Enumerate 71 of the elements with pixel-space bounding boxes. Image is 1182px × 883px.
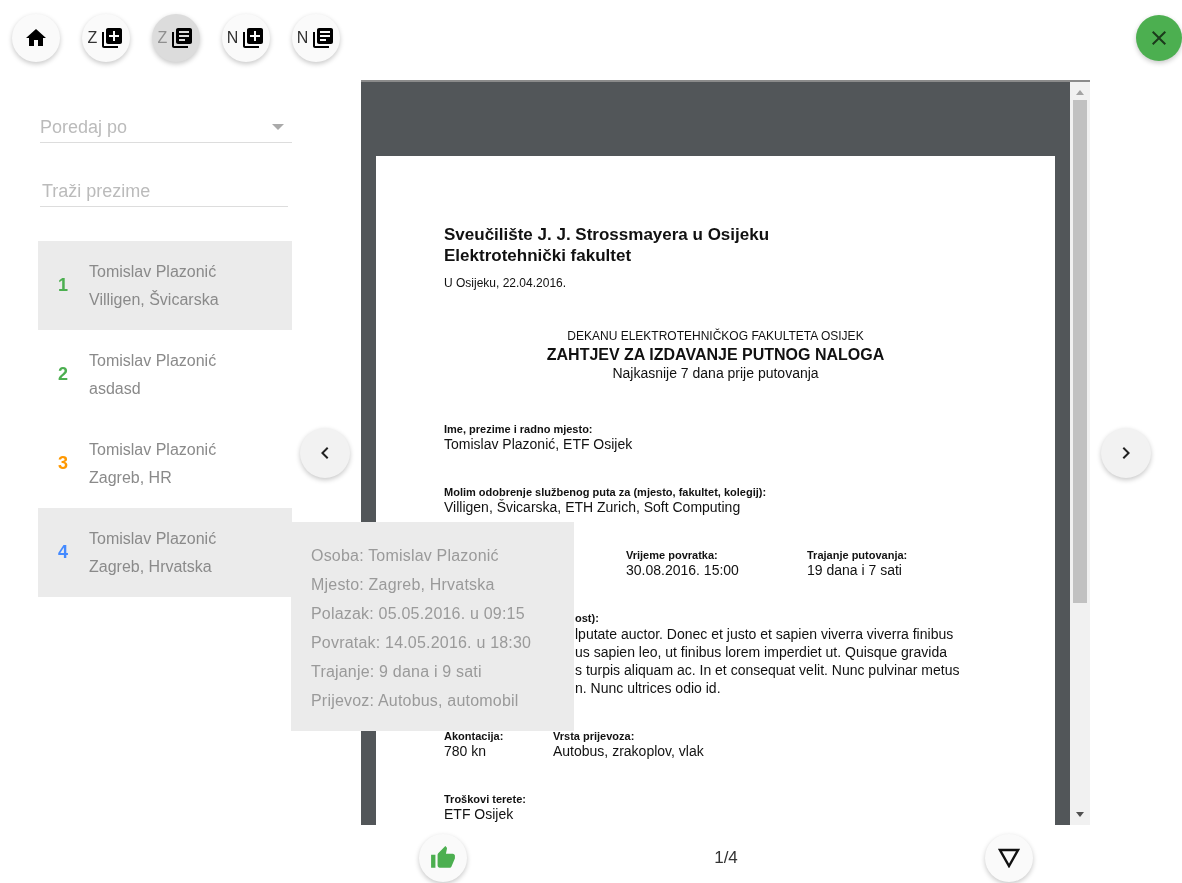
next-button[interactable] [1101, 428, 1151, 478]
library-books-icon [170, 26, 195, 50]
close-button[interactable] [1136, 15, 1182, 61]
toolbar-button[interactable]: Z [152, 14, 200, 62]
trip-place: Zagreb, Hrvatska [89, 556, 213, 577]
paragraph-line: us sapien leo, ut finibus lorem imperdiet ut. Quisque gravida [575, 643, 948, 661]
toolbar-button[interactable]: N [222, 14, 270, 62]
field-label: ost): [575, 611, 600, 625]
field-label: Troškovi terete: [444, 792, 527, 806]
search-field[interactable]: Traži prezime [40, 176, 288, 207]
document-addressee: DEKANU ELEKTROTEHNIČKOG FAKULTETA OSIJEK [566, 327, 865, 345]
toolbar-button[interactable]: Z [82, 14, 130, 62]
page-counter: 1/4 [714, 848, 738, 868]
approve-button[interactable] [419, 834, 467, 882]
trip-number: 3 [57, 453, 69, 474]
toolbar-button[interactable]: N [292, 14, 340, 62]
home-button[interactable] [12, 14, 60, 62]
trip-place: Villigen, Švicarska [89, 289, 219, 310]
field-label: Molim odobrenje službenog puta za (mjesto, fakultet, kolegij): [444, 485, 768, 499]
trip-item[interactable]: 2 Tomislav Plazonić asdasd [38, 330, 292, 419]
scrollbar[interactable] [1070, 82, 1090, 825]
tooltip-line: Trajanje: 9 dana i 9 sati [311, 662, 483, 682]
trip-item[interactable]: 1 Tomislav Plazonić Villigen, Švicarska [38, 241, 292, 330]
field-label: Vrijeme povratka: [626, 548, 719, 562]
trip-person: Tomislav Plazonić [89, 350, 217, 371]
document-subtitle: Najkasnije 7 dana prije putovanja [611, 365, 820, 382]
tooltip-line: Povratak: 14.05.2016. u 18:30 [311, 633, 533, 653]
triangle-down-icon [998, 848, 1020, 868]
document-date: U Osijeku, 22.04.2016. [444, 276, 568, 290]
paragraph-line: s turpis aliquam ac. In et consequat velit. Nunc pulvinar metus [575, 661, 961, 679]
field-value: 30.08.2016. 15:00 [626, 562, 740, 579]
dropdown-caret-icon [272, 124, 284, 130]
paragraph-line: n. Nunc ultrices odio id. [575, 679, 722, 697]
trip-place: asdasd [89, 378, 142, 399]
trip-number: 1 [57, 275, 69, 296]
field-value: 19 dana i 7 sati [807, 562, 903, 579]
tooltip-line: Polazak: 05.05.2016. u 09:15 [311, 604, 526, 624]
tooltip-line: Prijevoz: Autobus, automobil [311, 691, 520, 711]
document-heading: Elektrotehnički fakultet [444, 245, 633, 266]
scrollbar-thumb[interactable] [1073, 100, 1087, 603]
thumbs-up-icon [430, 845, 456, 871]
field-label: Vrsta prijevoza: [553, 729, 636, 743]
field-value: ETF Osijek [444, 806, 515, 823]
trip-person: Tomislav Plazonić [89, 261, 218, 282]
field-label: Trajanje putovanja: [807, 548, 908, 562]
tooltip-line: Mjesto: Zagreb, Hrvatska [311, 575, 496, 595]
down-button[interactable] [985, 834, 1033, 882]
trip-number: 2 [57, 364, 69, 385]
library-books-icon [311, 26, 336, 50]
field-label: Akontacija: [444, 729, 505, 743]
field-value: Autobus, zrakoplov, vlak [553, 743, 704, 760]
trip-person: Tomislav Plazonić [89, 439, 217, 460]
scroll-up-icon [1076, 90, 1084, 95]
sort-select[interactable]: Poredaj po [40, 112, 292, 143]
library-add-icon [100, 26, 125, 50]
tooltip-line: Osoba: Tomislav Plazonić [311, 546, 500, 566]
trip-place: Zagreb, HR [89, 467, 173, 488]
document-heading: Sveučilište J. J. Strossmayera u Osijeku [444, 224, 771, 245]
previous-button[interactable] [300, 428, 350, 478]
library-add-icon [241, 26, 266, 50]
paragraph-line: lputate auctor. Donec et justo et sapien viverra viverra finibus [575, 625, 955, 643]
trip-person: Tomislav Plazonić [89, 528, 217, 549]
trip-item[interactable]: 3 Tomislav Plazonić Zagreb, HR [38, 419, 292, 508]
field-value: Tomislav Plazonić, ETF Osijek [444, 436, 634, 453]
scroll-down-icon [1076, 812, 1084, 817]
field-value: 780 kn [444, 743, 488, 760]
document-title: ZAHTJEV ZA IZDAVANJE PUTNOG NALOGA [545, 345, 886, 365]
field-label: Ime, prezime i radno mjesto: [444, 422, 594, 436]
trip-number: 4 [57, 542, 69, 563]
trip-item[interactable]: 4 Tomislav Plazonić Zagreb, Hrvatska [38, 508, 292, 597]
field-value: Villigen, Švicarska, ETH Zurich, Soft Computing [444, 499, 742, 516]
